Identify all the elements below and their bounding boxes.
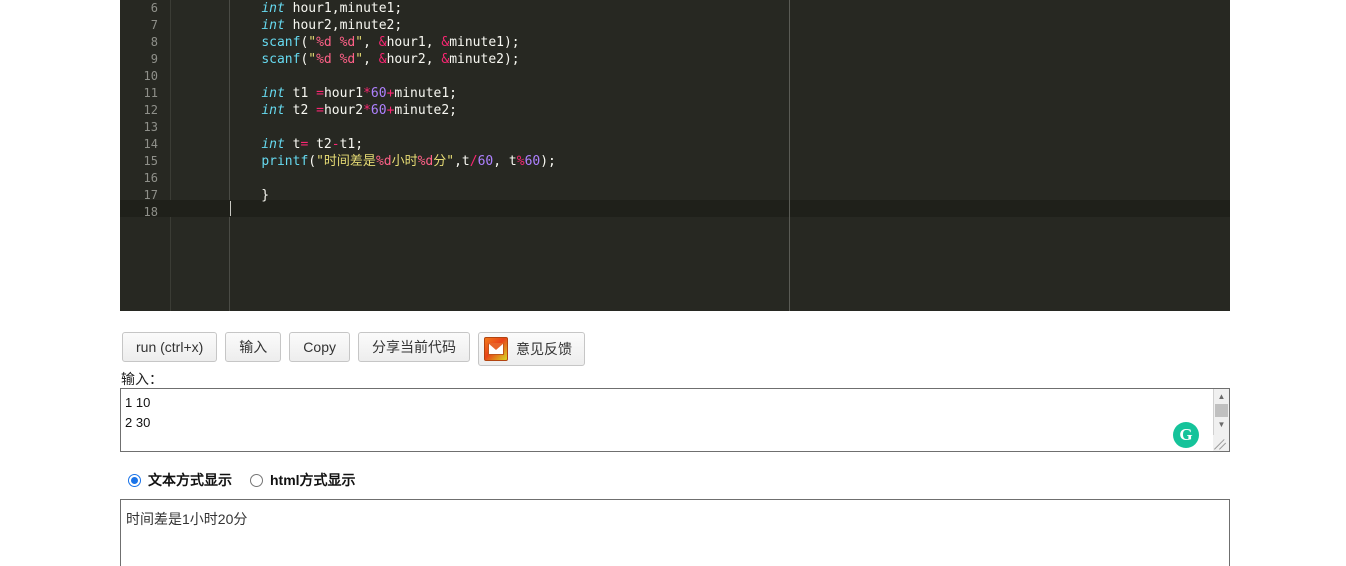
code-line[interactable]: 18: [120, 204, 1230, 221]
stdin-value: 1 10 2 30: [125, 395, 151, 430]
code-line[interactable]: 7 int hour2,minute2;: [120, 17, 1230, 34]
line-number: 13: [143, 120, 158, 134]
line-number: 9: [150, 52, 158, 66]
line-number: 10: [143, 69, 158, 83]
code-line-text: scanf("%d %d", &hour2, &minute2);: [261, 52, 520, 67]
scrollbar-thumb[interactable]: [1215, 404, 1228, 417]
code-line-text: int hour1,minute1;: [261, 1, 403, 16]
scroll-up-icon[interactable]: ▲: [1214, 389, 1229, 404]
editor-toolbar: run (ctrl+x) 输入 Copy 分享当前代码 意见反馈: [122, 332, 585, 366]
stdin-textarea[interactable]: 1 10 2 30 G ▲ ▼: [120, 388, 1230, 452]
scroll-down-icon[interactable]: ▼: [1214, 417, 1229, 432]
page-root: 6 int hour1,minute1; 7 int hour2,minute2;…: [0, 0, 1346, 566]
resize-handle-icon[interactable]: [1213, 435, 1229, 451]
code-line[interactable]: 14 int t= t2-t1;: [120, 136, 1230, 153]
code-line[interactable]: 11 int t1 =hour1*60+minute1;: [120, 85, 1230, 102]
code-line-text: int t= t2-t1;: [261, 137, 364, 152]
display-mode-radio-group: 文本方式显示 html方式显示: [128, 470, 356, 490]
code-line[interactable]: 17 }: [120, 187, 1230, 204]
grammarly-icon[interactable]: G: [1173, 422, 1199, 448]
line-number: 17: [143, 188, 158, 202]
line-number: 18: [143, 205, 158, 219]
line-number: 15: [143, 154, 158, 168]
program-output-text: 时间差是1小时20分: [126, 511, 248, 527]
code-line[interactable]: 16: [120, 170, 1230, 187]
code-line[interactable]: 10: [120, 68, 1230, 85]
radio-text-mode-label: 文本方式显示: [148, 472, 232, 488]
share-code-button[interactable]: 分享当前代码: [357, 332, 470, 362]
feedback-button-label: 意见反馈: [515, 341, 572, 357]
program-output-box[interactable]: 时间差是1小时20分: [120, 499, 1230, 566]
mail-icon: [483, 337, 508, 361]
radio-html-mode-icon[interactable]: [250, 473, 263, 487]
input-section-label: 输入：: [121, 371, 163, 387]
copy-button[interactable]: Copy: [289, 332, 350, 362]
code-line[interactable]: 8 scanf("%d %d", &hour1, &minute1);: [120, 34, 1230, 51]
radio-option-html-mode[interactable]: html方式显示: [250, 470, 356, 490]
line-number: 14: [143, 137, 158, 151]
code-line[interactable]: 15 printf("时间差是%d小时%d分",t/60, t%60);: [120, 153, 1230, 170]
radio-html-mode-label: html方式显示: [270, 472, 356, 488]
radio-text-mode-icon[interactable]: [128, 473, 141, 487]
code-line-text: int t1 =hour1*60+minute1;: [261, 86, 458, 101]
code-editor[interactable]: 6 int hour1,minute1; 7 int hour2,minute2;…: [120, 0, 1230, 311]
code-line[interactable]: 9 scanf("%d %d", &hour2, &minute2);: [120, 51, 1230, 68]
line-number: 12: [143, 103, 158, 117]
code-line-text: int t2 =hour2*60+minute2;: [261, 103, 458, 118]
input-button[interactable]: 输入: [225, 332, 282, 362]
radio-option-text-mode[interactable]: 文本方式显示: [128, 470, 232, 490]
line-number: 11: [143, 86, 158, 100]
run-button[interactable]: run (ctrl+x): [122, 332, 218, 362]
code-line-text: int hour2,minute2;: [261, 18, 403, 33]
code-line-text: scanf("%d %d", &hour1, &minute1);: [261, 35, 520, 50]
line-number: 8: [150, 35, 158, 49]
code-line[interactable]: 13: [120, 119, 1230, 136]
code-lines[interactable]: 6 int hour1,minute1; 7 int hour2,minute2;…: [120, 0, 1230, 221]
code-line[interactable]: 12 int t2 =hour2*60+minute2;: [120, 102, 1230, 119]
text-cursor: [230, 201, 231, 216]
code-line[interactable]: 6 int hour1,minute1;: [120, 0, 1230, 17]
code-line-text: printf("时间差是%d小时%d分",t/60, t%60);: [261, 154, 556, 169]
line-number: 7: [150, 18, 158, 32]
feedback-button[interactable]: 意见反馈: [477, 332, 585, 366]
line-number: 16: [143, 171, 158, 185]
line-number: 6: [150, 1, 158, 15]
code-line-text: }: [230, 188, 270, 203]
